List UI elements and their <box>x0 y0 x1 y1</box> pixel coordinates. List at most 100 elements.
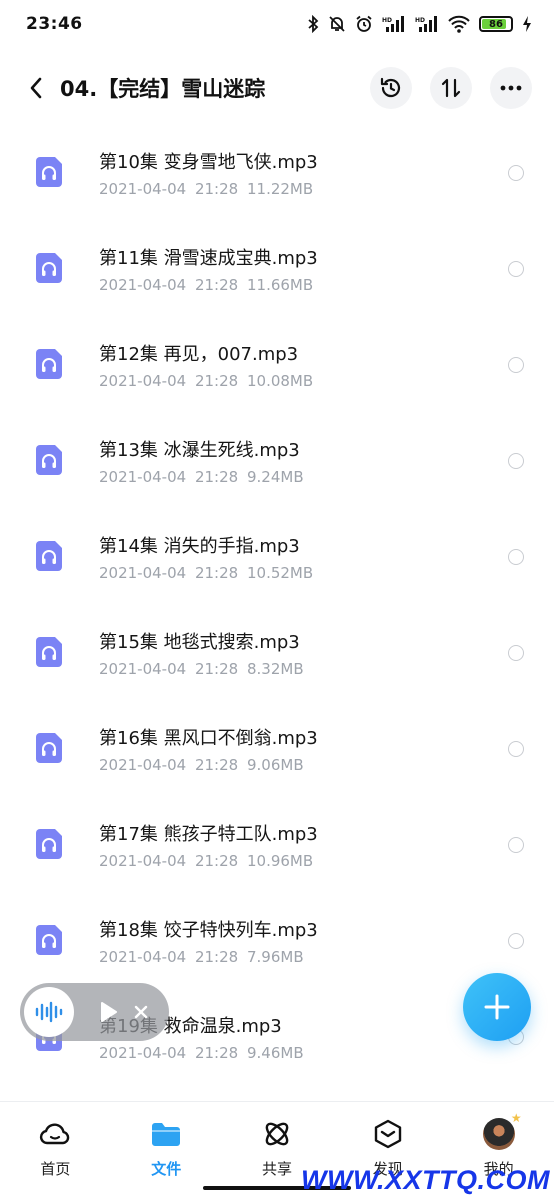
file-name: 第17集 熊孩子特工队.mp3 <box>99 824 318 845</box>
file-row[interactable]: 第15集 地毯式搜索.mp3 2021-04-04 21:28 8.32MB <box>0 604 554 700</box>
file-date: 2021-04-04 <box>99 1044 187 1062</box>
select-checkbox[interactable] <box>508 741 524 757</box>
select-checkbox[interactable] <box>508 933 524 949</box>
file-date: 2021-04-04 <box>99 948 187 966</box>
file-time: 21:28 <box>194 660 239 678</box>
file-size: 10.52MB <box>246 564 314 582</box>
file-time: 21:28 <box>194 180 239 198</box>
select-checkbox[interactable] <box>508 645 524 661</box>
audio-file-icon <box>36 637 62 667</box>
file-time: 21:28 <box>194 372 239 390</box>
header-bar: 04.【完结】雪山迷踪 <box>0 58 554 118</box>
file-meta: 2021-04-04 21:28 9.06MB <box>99 756 304 774</box>
close-icon <box>134 1005 148 1019</box>
audio-file-icon <box>36 733 62 763</box>
file-row[interactable]: 第13集 冰瀑生死线.mp3 2021-04-04 21:28 9.24MB <box>0 412 554 508</box>
mini-player[interactable] <box>20 983 169 1041</box>
file-size: 9.06MB <box>246 756 304 774</box>
file-meta: 2021-04-04 21:28 9.46MB <box>99 1044 304 1062</box>
watermark: WWW.XXTTQ.COM <box>301 1165 550 1195</box>
audio-file-icon <box>36 253 62 283</box>
file-time: 21:28 <box>194 468 239 486</box>
file-name: 第15集 地毯式搜索.mp3 <box>99 632 300 653</box>
nav-home-label: 首页 <box>40 1160 71 1178</box>
file-row[interactable]: 第18集 饺子特快列车.mp3 2021-04-04 21:28 7.96MB <box>0 892 554 988</box>
svg-text:HD: HD <box>382 17 392 24</box>
file-date: 2021-04-04 <box>99 372 187 390</box>
file-size: 11.66MB <box>246 276 314 294</box>
back-arrow-icon <box>30 77 42 99</box>
history-icon <box>380 77 401 98</box>
sort-button[interactable] <box>430 67 472 109</box>
select-checkbox[interactable] <box>508 261 524 277</box>
select-checkbox[interactable] <box>508 837 524 853</box>
back-button[interactable] <box>14 66 58 110</box>
charging-icon <box>523 16 531 32</box>
mute-bell-icon <box>329 16 345 32</box>
nav-share-label: 共享 <box>261 1160 292 1178</box>
file-time: 21:28 <box>194 276 239 294</box>
audio-wave-button[interactable] <box>24 987 74 1037</box>
file-row[interactable]: 第16集 黑风口不倒翁.mp3 2021-04-04 21:28 9.06MB <box>0 700 554 796</box>
audio-file-icon <box>36 829 62 859</box>
folder-icon <box>152 1123 181 1146</box>
atom-icon <box>265 1122 289 1146</box>
file-name: 第16集 黑风口不倒翁.mp3 <box>99 728 318 749</box>
file-time: 21:28 <box>194 948 239 966</box>
history-button[interactable] <box>370 67 412 109</box>
battery-percent: 86 <box>489 18 503 30</box>
file-row[interactable]: 第11集 滑雪速成宝典.mp3 2021-04-04 21:28 11.66MB <box>0 220 554 316</box>
file-row[interactable]: 第12集 再见，007.mp3 2021-04-04 21:28 10.08MB <box>0 316 554 412</box>
more-button[interactable] <box>490 67 532 109</box>
select-checkbox[interactable] <box>508 357 524 373</box>
audio-wave-icon <box>35 1001 63 1023</box>
file-date: 2021-04-04 <box>99 660 187 678</box>
file-name: 第18集 饺子特快列车.mp3 <box>99 920 318 941</box>
nav-home[interactable]: 首页 <box>0 1102 111 1200</box>
file-date: 2021-04-04 <box>99 180 187 198</box>
close-player-button[interactable] <box>134 1005 148 1019</box>
file-date: 2021-04-04 <box>99 852 187 870</box>
file-date: 2021-04-04 <box>99 564 187 582</box>
file-name: 第11集 滑雪速成宝典.mp3 <box>99 248 318 269</box>
file-name: 第12集 再见，007.mp3 <box>99 344 299 365</box>
audio-file-icon <box>36 157 62 187</box>
select-checkbox[interactable] <box>508 549 524 565</box>
file-size: 9.46MB <box>246 1044 304 1062</box>
file-date: 2021-04-04 <box>99 276 187 294</box>
file-time: 21:28 <box>194 1044 239 1062</box>
file-meta: 2021-04-04 21:28 10.96MB <box>99 852 313 870</box>
file-list: 第10集 变身雪地飞侠.mp3 2021-04-04 21:28 11.22MB… <box>0 124 554 1084</box>
file-size: 10.08MB <box>246 372 314 390</box>
file-time: 21:28 <box>194 756 239 774</box>
file-size: 9.24MB <box>246 468 304 486</box>
play-icon <box>101 1002 117 1022</box>
file-size: 7.96MB <box>246 948 304 966</box>
file-row[interactable]: 第14集 消失的手指.mp3 2021-04-04 21:28 10.52MB <box>0 508 554 604</box>
play-button[interactable] <box>100 1001 118 1023</box>
plus-icon <box>484 994 510 1020</box>
cube-icon <box>374 1119 401 1149</box>
file-meta: 2021-04-04 21:28 11.66MB <box>99 276 313 294</box>
file-name: 第10集 变身雪地飞侠.mp3 <box>99 152 318 173</box>
file-name: 第14集 消失的手指.mp3 <box>99 536 300 557</box>
page-title: 04.【完结】雪山迷踪 <box>60 77 266 101</box>
select-checkbox[interactable] <box>508 165 524 181</box>
add-button[interactable] <box>463 973 531 1041</box>
file-meta: 2021-04-04 21:28 7.96MB <box>99 948 304 966</box>
file-size: 8.32MB <box>246 660 304 678</box>
file-date: 2021-04-04 <box>99 468 187 486</box>
more-dots-icon <box>500 85 522 91</box>
audio-file-icon <box>36 349 62 379</box>
file-meta: 2021-04-04 21:28 8.32MB <box>99 660 304 678</box>
file-row[interactable]: 第10集 变身雪地飞侠.mp3 2021-04-04 21:28 11.22MB <box>0 124 554 220</box>
svg-text:HD: HD <box>415 17 425 24</box>
select-checkbox[interactable] <box>508 453 524 469</box>
file-row[interactable]: 第17集 熊孩子特工队.mp3 2021-04-04 21:28 10.96MB <box>0 796 554 892</box>
wifi-icon <box>448 15 470 33</box>
file-meta: 2021-04-04 21:28 10.08MB <box>99 372 313 390</box>
sort-icon <box>441 78 461 98</box>
file-size: 10.96MB <box>246 852 314 870</box>
alarm-icon <box>356 15 372 32</box>
signal-hd-icon: HD <box>382 16 404 32</box>
